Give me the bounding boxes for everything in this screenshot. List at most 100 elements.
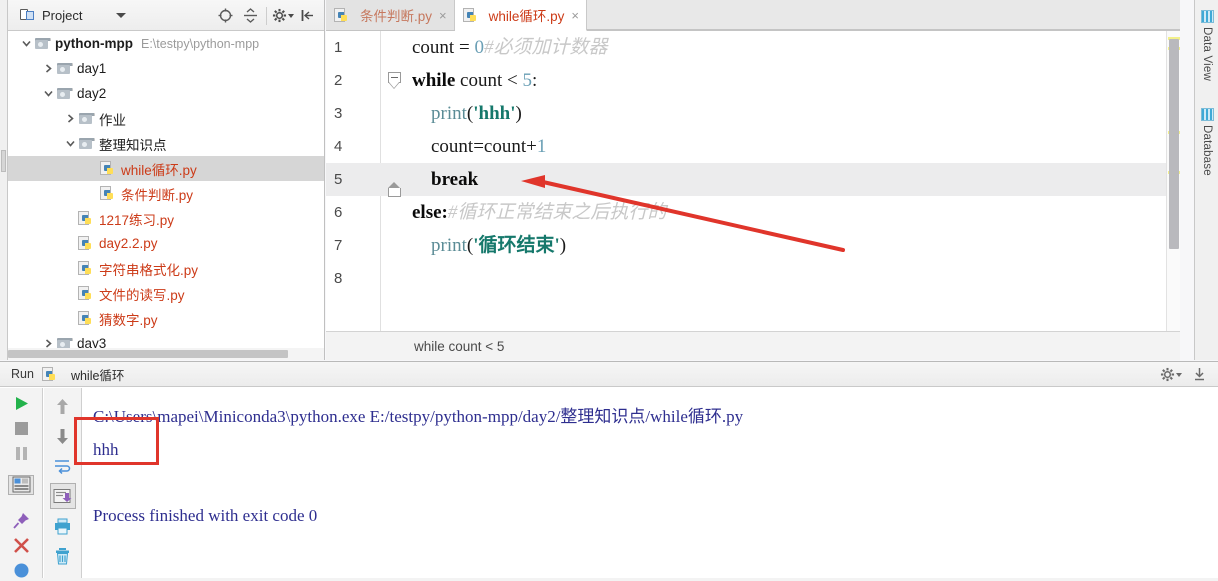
tree-row[interactable]: day2 — [8, 81, 324, 106]
arrow-down-icon[interactable] — [50, 423, 76, 449]
close-icon[interactable] — [8, 536, 34, 556]
soft-wrap-icon[interactable] — [50, 453, 76, 479]
tree-row[interactable]: 1217练习.py — [8, 206, 324, 231]
toolbar-divider — [266, 6, 267, 25]
editor-tab[interactable]: 条件判断.py × — [326, 0, 455, 30]
code-line[interactable]: 6 else:#循环正常结束之后执行的 — [326, 196, 1180, 229]
tree-row-label: 整理知识点 — [99, 137, 167, 153]
left-strip-handle-2 — [1, 178, 6, 200]
line-number: 5 — [334, 171, 343, 188]
chevron-right-icon[interactable] — [62, 106, 78, 131]
tree-row[interactable]: 作业 — [8, 106, 324, 131]
python-file-icon — [78, 286, 94, 301]
tree-row[interactable]: day1 — [8, 56, 324, 81]
dock-item-database[interactable]: Database — [1195, 108, 1218, 176]
tree-row[interactable]: 条件判断.py — [8, 181, 324, 206]
code-token: 5 — [522, 70, 532, 91]
print-icon[interactable] — [50, 513, 76, 539]
code-line[interactable]: 8 — [326, 262, 1180, 295]
tree-row[interactable]: 猜数字.py — [8, 306, 324, 331]
python-file-icon — [78, 311, 94, 326]
run-console-output[interactable]: C:\Users\mapei\Miniconda3\python.exe E:/… — [83, 388, 1218, 581]
hide-panel-icon[interactable] — [1187, 363, 1212, 387]
dock-label: Data View — [1201, 27, 1213, 82]
fold-marker-end-icon[interactable] — [388, 182, 402, 197]
tree-row-label: day1 — [77, 61, 107, 76]
hide-panel-icon[interactable] — [295, 4, 320, 28]
code-line[interactable]: 1 count = 0#必须加计数器 — [326, 31, 1180, 64]
pause-icon[interactable] — [8, 443, 34, 463]
code-line-text: count = 0#必须加计数器 — [412, 31, 607, 64]
trash-icon[interactable] — [50, 543, 76, 569]
close-tab-icon[interactable]: × — [571, 9, 579, 22]
tree-row[interactable]: 整理知识点 — [8, 131, 324, 156]
folder-icon — [34, 37, 51, 51]
python-file-icon — [100, 161, 116, 176]
scroll-to-end-icon[interactable] — [49, 483, 76, 509]
tree-row[interactable]: python-mpp E:\testpy\python-mpp — [8, 31, 324, 56]
chevron-down-icon[interactable] — [18, 31, 34, 56]
code-line[interactable]: 4 count=count+1 — [326, 130, 1180, 163]
code-line-text: print('hhh') — [412, 97, 522, 130]
editor-tab[interactable]: while循环.py × — [454, 0, 587, 31]
project-tree-hscrollbar[interactable] — [8, 348, 324, 360]
stop-icon[interactable] — [8, 418, 34, 438]
scroll-thumb[interactable] — [8, 350, 288, 358]
settings-gear-icon[interactable] — [1158, 363, 1183, 387]
chevron-right-icon[interactable] — [40, 331, 56, 348]
chevron-down-icon[interactable] — [62, 131, 78, 156]
line-number: 8 — [334, 270, 343, 287]
code-token: print — [431, 235, 467, 256]
tree-row[interactable]: day2.2.py — [8, 231, 324, 256]
console-icon[interactable] — [8, 474, 34, 496]
scroll-thumb[interactable] — [1169, 39, 1179, 249]
breadcrumb-text: while count < 5 — [414, 338, 505, 354]
editor-vertical-scrollbar[interactable] — [1166, 31, 1180, 331]
editor-tab-label: while循环.py — [488, 9, 565, 24]
tree-row-label: 猜数字.py — [99, 312, 158, 328]
run-panel: Run while循环 C:\Users\mapei\Miniconda3\py… — [0, 361, 1218, 581]
chevron-down-icon[interactable] — [40, 81, 56, 106]
code-line[interactable]: 2 while count < 5: — [326, 64, 1180, 97]
tree-row[interactable]: 字符串格式化.py — [8, 256, 324, 281]
code-lines[interactable]: 1 count = 0#必须加计数器 2 while count < 5: 3 prin… — [326, 31, 1180, 331]
left-strip-handle[interactable] — [1, 150, 6, 172]
tree-row-label: 字符串格式化.py — [99, 262, 199, 278]
tree-row-label: day2.2.py — [99, 236, 158, 251]
code-line[interactable]: 3 print('hhh') — [326, 97, 1180, 130]
dock-item-data-view[interactable]: Data View — [1195, 10, 1218, 81]
tree-row-label: 条件判断.py — [121, 187, 194, 203]
locate-target-icon[interactable] — [213, 4, 238, 28]
settings-gear-icon[interactable] — [270, 4, 295, 28]
arrow-up-icon[interactable] — [50, 393, 76, 419]
project-panel-header: Project — [8, 0, 324, 31]
tree-row[interactable]: day3 — [8, 331, 324, 348]
editor-breadcrumb: while count < 5 — [326, 331, 1180, 360]
code-line[interactable]: 5 break — [326, 163, 1180, 196]
run-panel-header-tools — [1158, 362, 1212, 387]
line-number: 7 — [334, 237, 343, 254]
run-tab-label[interactable]: Run — [11, 367, 34, 381]
code-line[interactable]: 7 print('循环结束') — [326, 229, 1180, 262]
run-icon[interactable] — [8, 393, 34, 413]
code-line-text: print('循环结束') — [412, 229, 566, 262]
code-editor[interactable]: 1 count = 0#必须加计数器 2 while count < 5: 3 prin… — [326, 31, 1180, 331]
close-tab-icon[interactable]: × — [439, 9, 447, 22]
tree-row[interactable]: 文件的读写.py — [8, 281, 324, 306]
code-line-text: else:#循环正常结束之后执行的 — [412, 196, 666, 229]
pin-icon[interactable] — [8, 510, 34, 530]
code-token: count — [455, 70, 507, 91]
grid-icon — [1200, 108, 1214, 121]
fold-marker-expanded-icon[interactable] — [388, 72, 402, 89]
tree-row[interactable]: while循环.py — [8, 156, 324, 181]
chevron-down-icon[interactable] — [116, 12, 127, 18]
console-line: Process finished with exit code 0 — [93, 506, 318, 525]
collapse-all-icon[interactable] — [238, 4, 263, 28]
run-config-name[interactable]: while循环 — [71, 365, 125, 384]
chevron-right-icon[interactable] — [40, 56, 56, 81]
code-token: count = — [412, 37, 475, 58]
project-tree[interactable]: python-mpp E:\testpy\python-mpp day1 day2 作业… — [8, 31, 324, 348]
